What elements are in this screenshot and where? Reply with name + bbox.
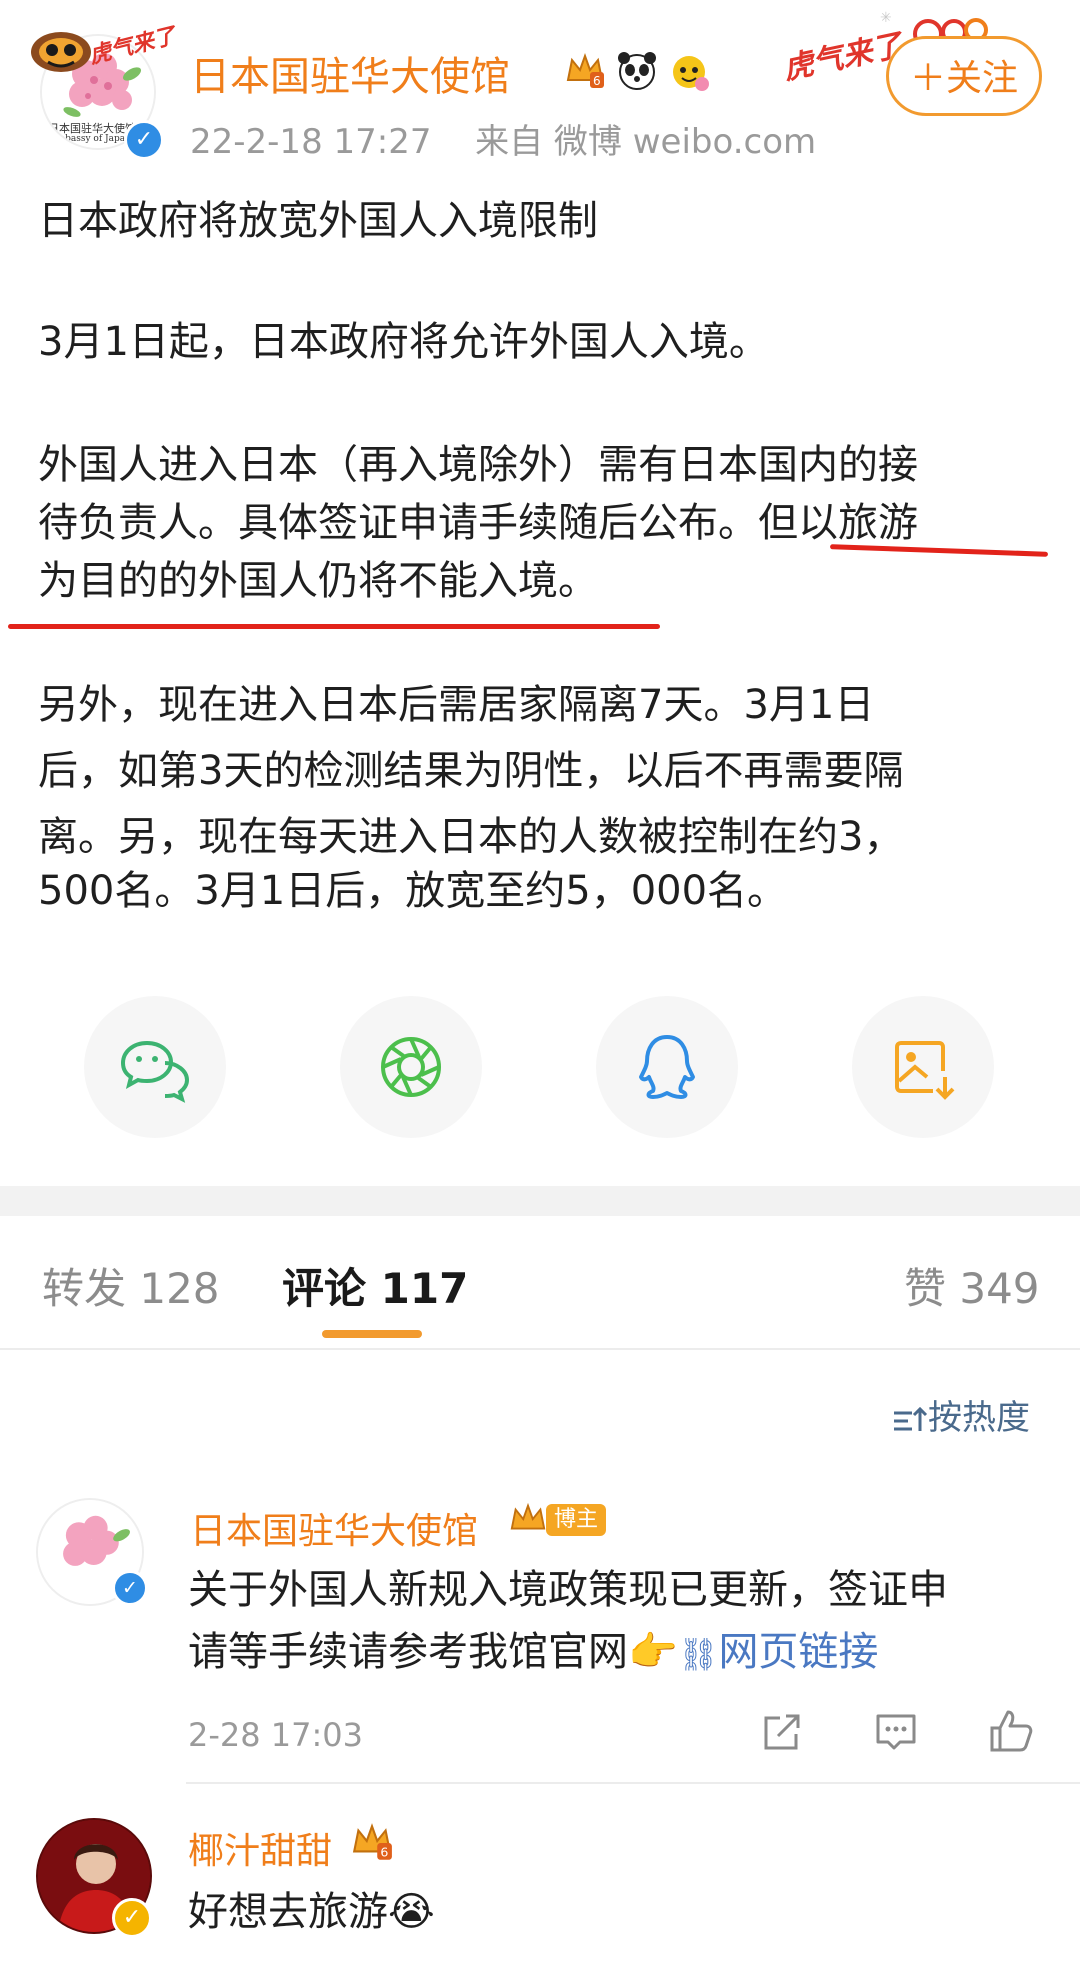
svg-text:6: 6 (380, 1845, 388, 1860)
post-paragraph-line: 3月1日起，日本政府将允许外国人入境。 (38, 319, 769, 365)
web-link[interactable]: 网页链接 (718, 1629, 878, 1675)
comment-text: 请等手续请参考我馆官网 (188, 1629, 628, 1675)
post-source: 来自 微博 weibo.com (475, 122, 817, 162)
sort-by-hot-button[interactable]: 按热度 (892, 1390, 1030, 1439)
author-badge: 博主 (546, 1504, 607, 1536)
account-name[interactable]: 日本国驻华大使馆 (190, 44, 510, 102)
comment-author[interactable]: 椰汁甜甜 (188, 1822, 332, 1874)
post-paragraph-line: 外国人进入日本（再入境除外）需有日本国内的接 (38, 442, 918, 488)
post-timestamp: 22-2-18 17:27 (190, 122, 432, 162)
post-paragraph-line: 另外，现在进入日本后需居家隔离7天。3月1日 (38, 682, 875, 728)
svg-text:6: 6 (593, 74, 601, 88)
flower-face-icon (668, 50, 710, 92)
crown-badge-icon: 6 (350, 1820, 394, 1864)
post-paragraph-line: 后，如第3天的检测结果为阴性，以后不再需要隔 (38, 748, 904, 794)
post-paragraph-line: 500名。3月1日后，放宽至约5，000名。 (38, 868, 788, 914)
post-paragraph-line: 为目的的外国人仍将不能入境。 (38, 558, 598, 604)
repost-comment-button[interactable] (760, 1710, 804, 1758)
moments-icon (381, 1037, 441, 1097)
comment-time: 2-28 17:03 (188, 1716, 364, 1754)
crown-badge-icon (508, 1500, 548, 1540)
share-moments-button[interactable] (340, 996, 482, 1138)
post-paragraph-line: 待负责人。具体签证申请手续随后公布。但以旅游 (38, 500, 918, 546)
sort-icon (894, 1406, 928, 1431)
verified-badge-icon: ✓ (112, 1570, 148, 1606)
qq-icon (639, 1035, 695, 1099)
post-meta: 22-2-18 17:27 来自 微博 weibo.com (190, 114, 816, 163)
verified-badge-icon: ✓ (124, 120, 164, 160)
share-qq-button[interactable] (596, 996, 738, 1138)
sort-label: 按热度 (928, 1398, 1030, 1438)
tab-repost[interactable]: 转发 128 (42, 1255, 220, 1316)
verified-badge-icon: ✓ (112, 1898, 152, 1938)
comment-text: 好想去旅游 (188, 1889, 388, 1935)
active-tab-indicator (322, 1330, 422, 1338)
save-image-icon (895, 1041, 955, 1100)
pointing-hand-icon: 👉 (628, 1629, 678, 1675)
post-title: 日本政府将放宽外国人入境限制 (38, 198, 598, 244)
post-paragraph-line: 离。另，现在每天进入日本的人数被控制在约3， (38, 814, 904, 860)
tiger-decoration-icon (28, 22, 94, 74)
share-out-icon (764, 1714, 800, 1750)
svg-text:✳: ✳ (880, 10, 892, 26)
crying-face-icon: 😭 (388, 1889, 435, 1935)
comment-icon (876, 1714, 916, 1750)
comment-text-line: 好想去旅游😭 (188, 1882, 435, 1942)
comment-text: 关于外国人新规入境政策现已更新，签证申 (188, 1567, 948, 1613)
like-comment-button[interactable] (988, 1708, 1034, 1758)
link-icon: ⛓ (677, 1635, 719, 1673)
follow-button[interactable]: ＋关注 (886, 36, 1042, 116)
wechat-icon (120, 1040, 190, 1103)
tab-comments[interactable]: 评论 117 (282, 1255, 468, 1316)
comment-text-line2: 请等手续请参考我馆官网👉⛓网页链接 (188, 1622, 878, 1684)
share-wechat-button[interactable] (84, 996, 226, 1138)
comment-divider (186, 1782, 1080, 1784)
tabs-divider (0, 1348, 1080, 1350)
section-divider (0, 1186, 1080, 1216)
tab-likes[interactable]: 赞 349 (904, 1255, 1040, 1316)
panda-icon (616, 50, 658, 92)
reply-comment-button[interactable] (874, 1710, 918, 1758)
thumbs-up-icon (990, 1710, 1033, 1752)
comment-author[interactable]: 日本国驻华大使馆 (190, 1502, 478, 1554)
save-image-button[interactable] (852, 996, 994, 1138)
crown-badge-icon: 6 (564, 50, 606, 92)
highlight-underline (8, 624, 660, 629)
